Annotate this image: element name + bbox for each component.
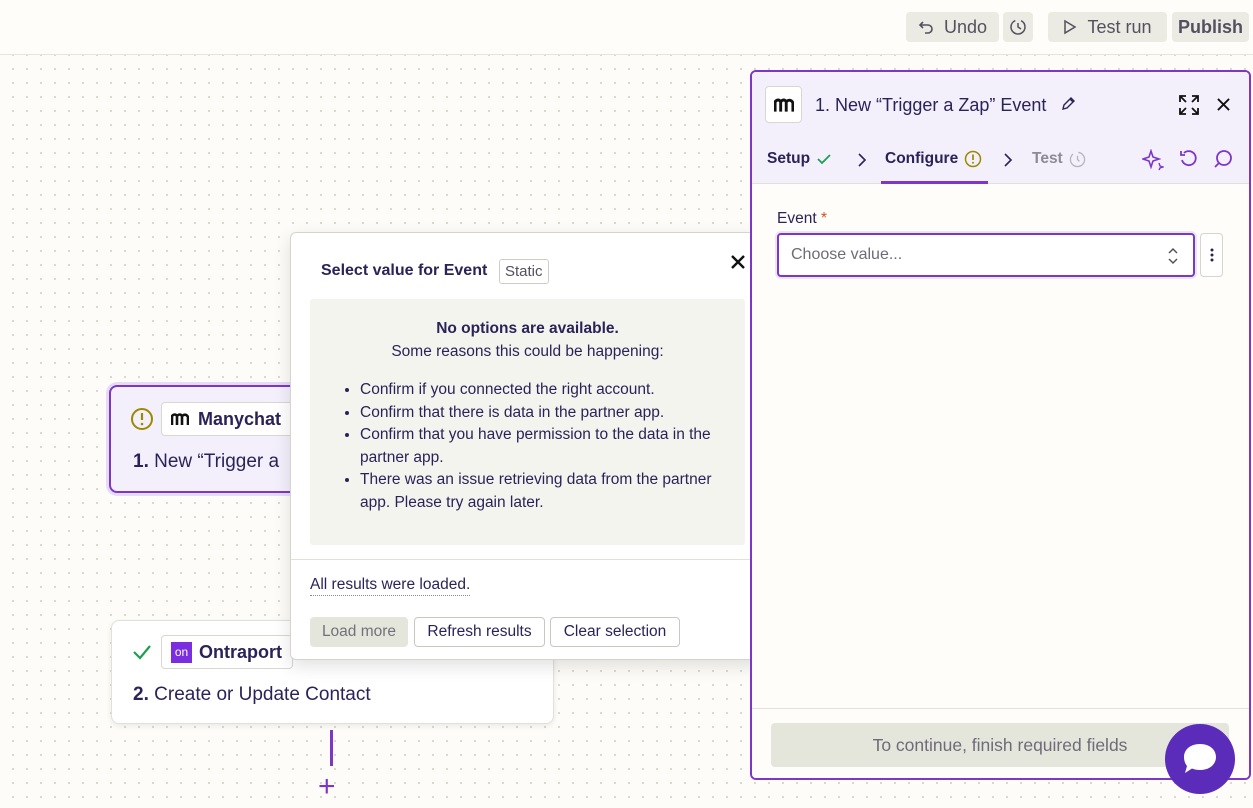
undo-label: Undo <box>943 16 988 37</box>
step-name: Create or Update Contact <box>154 684 371 705</box>
edit-pencil-icon[interactable] <box>1060 96 1076 112</box>
step-title: 1. New “Trigger a <box>133 451 279 473</box>
version-history-button[interactable] <box>1003 12 1033 42</box>
close-popover-button[interactable] <box>726 250 750 274</box>
check-icon <box>133 645 151 660</box>
tab-setup[interactable]: Setup <box>767 150 831 168</box>
active-tab-indicator <box>881 181 988 184</box>
ai-sparkle-icon[interactable] <box>1142 149 1164 171</box>
event-select[interactable]: Choose value... <box>777 233 1195 277</box>
tab-label: Test <box>1032 150 1063 167</box>
continue-button[interactable]: To continue, finish required fields <box>771 723 1229 767</box>
refresh-results-button[interactable]: Refresh results <box>414 617 545 647</box>
reason-item: Confirm if you connected the right accou… <box>360 379 735 402</box>
tab-test[interactable]: Test <box>1032 150 1086 168</box>
event-select-placeholder: Choose value... <box>791 246 903 263</box>
event-field-label: Event * <box>777 210 827 228</box>
play-icon <box>1064 19 1077 35</box>
step-name: New “Trigger a <box>154 451 280 472</box>
undo-button[interactable]: Undo <box>906 12 999 42</box>
undo-icon <box>918 21 933 34</box>
expand-icon[interactable] <box>1178 94 1200 116</box>
clear-selection-button[interactable]: Clear selection <box>550 617 680 647</box>
empty-state-heading: No options are available. <box>436 320 619 337</box>
step-number: 2. <box>133 684 149 705</box>
tab-label: Configure <box>885 150 959 167</box>
event-options-popover: Select value for Event Static No options… <box>290 232 765 660</box>
load-more-button[interactable]: Load more <box>310 617 408 647</box>
warning-icon <box>131 408 153 430</box>
app-name: Manychat <box>198 408 282 429</box>
app-chip-manychat: Manychat <box>161 402 301 436</box>
tab-configure[interactable]: Configure <box>885 150 982 168</box>
results-status: All results were loaded. <box>310 576 471 596</box>
panel-tabs: Setup Configure Test <box>752 137 1249 184</box>
publish-label: Publish <box>1177 16 1243 37</box>
reason-item: Confirm that you have permission to the … <box>360 424 735 469</box>
refresh-icon[interactable] <box>1179 149 1199 169</box>
empty-state-box: No options are available. Some reasons t… <box>310 299 745 545</box>
field-options-button[interactable] <box>1200 233 1223 277</box>
close-icon <box>731 255 745 269</box>
add-step-button[interactable]: + <box>318 772 336 802</box>
step-editor-panel: 1. New “Trigger a Zap” Event Setup Confi… <box>750 70 1251 780</box>
popover-title: Select value for Event <box>321 262 488 279</box>
top-bar: Undo Test run Publish <box>0 0 1253 55</box>
kebab-menu-icon <box>1210 248 1213 262</box>
clock-icon <box>1069 151 1085 167</box>
check-icon <box>817 154 831 165</box>
step-number: 1. <box>133 451 149 472</box>
tab-label: Setup <box>767 150 811 167</box>
app-chip-ontraport: on Ontraport <box>161 635 293 669</box>
chevron-right-icon <box>1004 153 1013 167</box>
event-label-text: Event <box>777 210 817 227</box>
close-icon[interactable] <box>1217 98 1230 111</box>
step-connector <box>330 730 333 766</box>
history-icon <box>1010 19 1026 35</box>
chat-bubble-icon <box>1184 744 1216 773</box>
reason-item: There was an issue retrieving data from … <box>360 469 735 514</box>
panel-header: 1. New “Trigger a Zap” Event <box>752 72 1249 137</box>
chevron-updown-icon <box>1168 247 1178 265</box>
required-marker: * <box>820 210 827 227</box>
manychat-logo-icon <box>171 413 189 425</box>
test-run-button[interactable]: Test run <box>1048 12 1167 42</box>
chevron-right-icon <box>858 153 867 167</box>
chat-support-button[interactable] <box>1165 724 1235 794</box>
publish-button[interactable]: Publish <box>1172 12 1249 42</box>
ontraport-logo-icon: on <box>171 641 192 663</box>
reason-item: Confirm that there is data in the partne… <box>360 402 735 425</box>
divider <box>291 559 764 560</box>
test-run-label: Test run <box>1087 16 1152 37</box>
warning-icon <box>964 150 982 168</box>
search-comment-icon[interactable] <box>1213 149 1233 169</box>
app-name: Ontraport <box>199 641 282 662</box>
reasons-list: Confirm if you connected the right accou… <box>360 379 735 514</box>
step-card-manychat[interactable]: Manychat 1. New “Trigger a <box>109 385 309 493</box>
static-badge: Static <box>499 259 549 284</box>
manychat-logo-icon <box>765 86 802 123</box>
empty-state-subheading: Some reasons this could be happening: <box>391 343 664 360</box>
step-title: 2. Create or Update Contact <box>133 684 371 706</box>
panel-title: 1. New “Trigger a Zap” Event <box>815 95 1047 115</box>
